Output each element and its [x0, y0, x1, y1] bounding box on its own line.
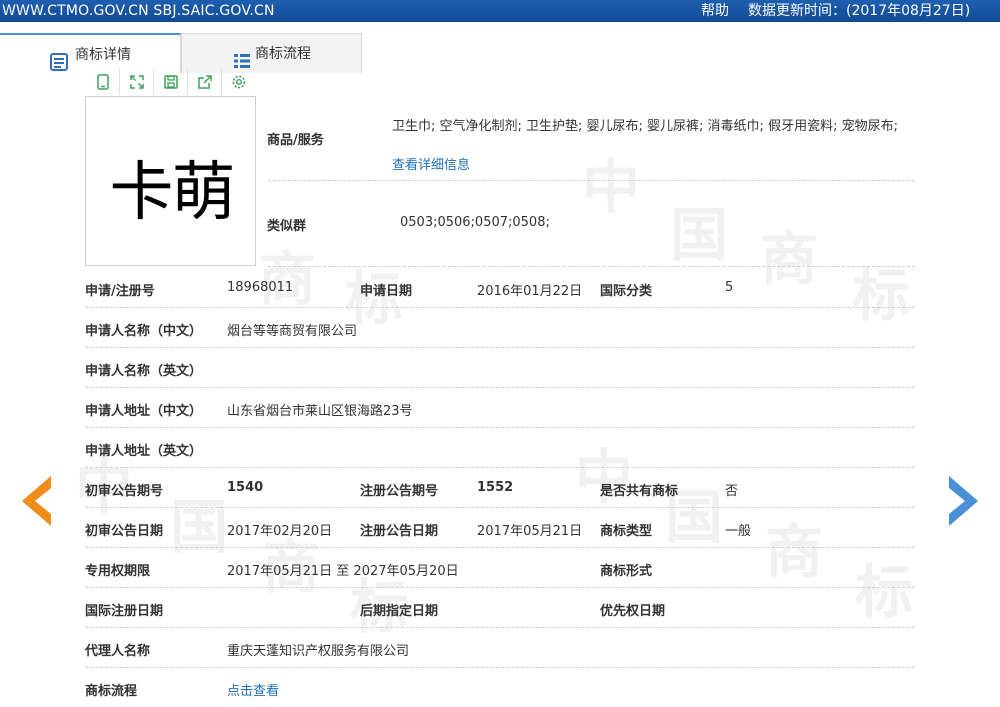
goods-items: 卫生巾; 空气净化制剂; 卫生护垫; 婴儿尿布; 婴儿尿裤; 消毒纸巾; 假牙用…: [392, 119, 898, 134]
later-date-label: 后期指定日期: [360, 604, 439, 619]
goods-label: 商品/服务: [267, 133, 324, 148]
divider: [268, 266, 915, 267]
reg-notice-date-label: 注册公告日期: [360, 524, 439, 539]
apply-date-label: 申请日期: [360, 284, 413, 299]
prelim-no-label: 初审公告期号: [85, 484, 164, 499]
flow-label: 商标流程: [85, 684, 138, 699]
image-tool-fullscreen[interactable]: [120, 68, 154, 95]
intl-class-value: 5: [725, 280, 734, 295]
applicant-cn-value: 烟台等等商贸有限公司: [227, 324, 358, 339]
prelim-date-value: 2017年02月20日: [227, 524, 333, 539]
divider: [85, 547, 915, 548]
divider: [85, 507, 915, 508]
share-icon: [197, 74, 212, 89]
agent-value: 重庆天蓬知识产权服务有限公司: [227, 644, 410, 659]
trademark-image: 卡萌: [85, 96, 256, 266]
term-label: 专用权期限: [85, 564, 151, 579]
divider: [268, 180, 915, 181]
priority-date-label: 优先权日期: [600, 604, 666, 619]
divider: [85, 347, 915, 348]
reg-notice-no-value: 1552: [477, 480, 514, 495]
mark-form-label: 商标形式: [600, 564, 653, 579]
prelim-no-value: 1540: [227, 480, 264, 495]
prev-button[interactable]: [18, 474, 54, 528]
similar-group-label: 类似群: [267, 219, 307, 234]
goods-value: 卫生巾; 空气净化制剂; 卫生护垫; 婴儿尿布; 婴儿尿裤; 消毒纸巾; 假牙用…: [392, 107, 912, 185]
image-tool-save[interactable]: [154, 68, 188, 95]
grid-list-icon: [233, 46, 251, 68]
trademark-text: 卡萌: [109, 156, 236, 230]
help-link[interactable]: 帮助: [701, 0, 729, 22]
reg-no-value: 18968011: [227, 280, 294, 295]
flow-link[interactable]: 点击查看: [227, 680, 279, 699]
divider: [85, 387, 915, 388]
mark-type-label: 商标类型: [600, 524, 653, 539]
tab-label: 商标流程: [255, 46, 311, 62]
term-value: 2017年05月21日 至 2027年05月20日: [227, 564, 459, 579]
gear-icon: [232, 75, 245, 88]
divider: [85, 427, 915, 428]
shared-value: 否: [725, 484, 739, 499]
reg-notice-date-value: 2017年05月21日: [477, 524, 583, 539]
chevron-right-icon: [949, 476, 978, 526]
divider: [85, 667, 915, 668]
apply-date-value: 2016年01月22日: [477, 284, 583, 299]
image-tool-settings[interactable]: [222, 68, 255, 95]
update-time: 数据更新时间：(2017年08月27日): [748, 3, 971, 19]
image-tool-share[interactable]: [188, 68, 222, 95]
address-en-label: 申请人地址（英文）: [85, 444, 203, 459]
divider: [85, 627, 915, 628]
divider: [85, 467, 915, 468]
applicant-en-label: 申请人名称（英文）: [85, 364, 203, 379]
save-icon: [163, 74, 178, 89]
agent-label: 代理人名称: [85, 644, 151, 659]
tab-bar: 商标详情 商标流程: [0, 33, 1000, 73]
mobile-icon: [96, 73, 109, 90]
image-tool-mobile[interactable]: [86, 68, 120, 95]
reg-notice-no-label: 注册公告期号: [360, 484, 439, 499]
intl-class-label: 国际分类: [600, 284, 653, 299]
shared-label: 是否共有商标: [600, 484, 679, 499]
prelim-date-label: 初审公告日期: [85, 524, 164, 539]
divider: [85, 307, 915, 308]
mark-type-value: 一般: [725, 524, 752, 539]
site-urls: WWW.CTMO.GOV.CN SBJ.SAIC.GOV.CN: [2, 3, 275, 19]
tab-trademark-detail[interactable]: 商标详情: [0, 33, 181, 73]
fullscreen-icon: [129, 74, 144, 89]
next-button[interactable]: [946, 474, 982, 528]
applicant-cn-label: 申请人名称（中文）: [85, 324, 203, 339]
document-list-icon: [50, 47, 68, 71]
top-bar: WWW.CTMO.GOV.CN SBJ.SAIC.GOV.CN 帮助 数据更新时…: [0, 0, 1000, 22]
reg-no-label: 申请/注册号: [85, 284, 155, 299]
tab-trademark-flow[interactable]: 商标流程: [181, 33, 362, 73]
divider: [85, 587, 915, 588]
address-cn-value: 山东省烟台市莱山区银海路23号: [227, 404, 413, 419]
intl-reg-date-label: 国际注册日期: [85, 604, 164, 619]
similar-group-value: 0503;0506;0507;0508;: [400, 215, 550, 230]
goods-detail-link[interactable]: 查看详细信息: [392, 158, 470, 173]
image-toolbar: [86, 68, 256, 95]
chevron-left-icon: [22, 476, 51, 526]
address-cn-label: 申请人地址（中文）: [85, 404, 203, 419]
